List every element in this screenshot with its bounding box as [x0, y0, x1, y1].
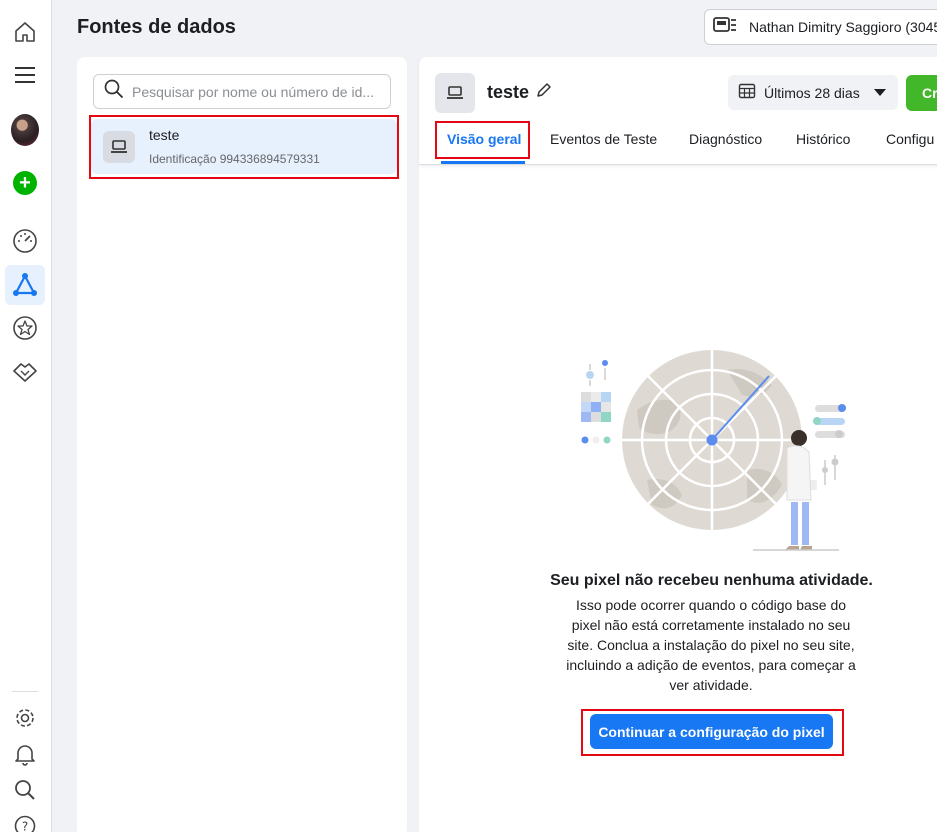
account-name: Nathan Dimitry Saggioro (3045 — [749, 19, 937, 35]
date-range-label: Últimos 28 dias — [764, 84, 860, 101]
radar-illustration — [577, 340, 847, 560]
svg-text:?: ? — [22, 820, 28, 832]
source-title: teste — [487, 82, 530, 102]
home-icon[interactable] — [11, 18, 39, 46]
nav-divider — [12, 691, 38, 692]
dashboard-gauge-icon[interactable] — [11, 227, 39, 255]
highlight-box — [89, 115, 399, 179]
highlight-box — [435, 121, 530, 159]
create-plus-icon[interactable]: + — [11, 169, 39, 197]
active-tab-indicator — [441, 161, 525, 164]
search-icon — [104, 79, 124, 104]
laptop-icon — [435, 73, 475, 113]
help-icon[interactable]: ? — [11, 812, 39, 832]
data-sources-icon[interactable] — [11, 271, 39, 299]
bell-icon[interactable] — [11, 740, 39, 768]
tab-settings[interactable]: Configu — [886, 131, 934, 147]
tab-history[interactable]: Histórico — [796, 131, 850, 147]
search-input[interactable] — [132, 83, 382, 100]
tab-test-events[interactable]: Eventos de Teste — [550, 131, 657, 147]
empty-state-title: Seu pixel não recebeu nenhuma atividade. — [550, 572, 873, 589]
business-account-icon — [713, 16, 737, 39]
star-icon[interactable] — [11, 314, 39, 342]
data-sources-list-panel: teste Identificação 994336894579331 — [77, 57, 407, 832]
edit-pencil-icon[interactable] — [535, 81, 553, 104]
nav-rail: + ? — [0, 0, 52, 832]
calendar-icon — [738, 82, 756, 103]
create-button[interactable]: Cri — [906, 75, 937, 111]
tab-diagnostics[interactable]: Diagnóstico — [689, 131, 762, 147]
settings-gear-icon[interactable] — [11, 704, 39, 732]
highlight-box — [581, 709, 844, 756]
menu-icon[interactable] — [11, 61, 39, 89]
page-title: Fontes de dados — [77, 16, 236, 38]
chevron-down-icon — [873, 89, 886, 96]
detail-panel: teste Últimos 28 dias Cri Visão geral Ev… — [419, 57, 937, 832]
empty-state-description: Isso pode ocorrer quando o código base d… — [566, 597, 856, 693]
avatar[interactable] — [11, 114, 39, 146]
date-range-button[interactable]: Últimos 28 dias — [728, 75, 898, 110]
search-icon[interactable] — [11, 776, 39, 804]
search-box[interactable] — [93, 74, 391, 109]
handshake-icon[interactable] — [11, 358, 39, 386]
account-selector[interactable]: Nathan Dimitry Saggioro (3045 — [704, 9, 937, 45]
